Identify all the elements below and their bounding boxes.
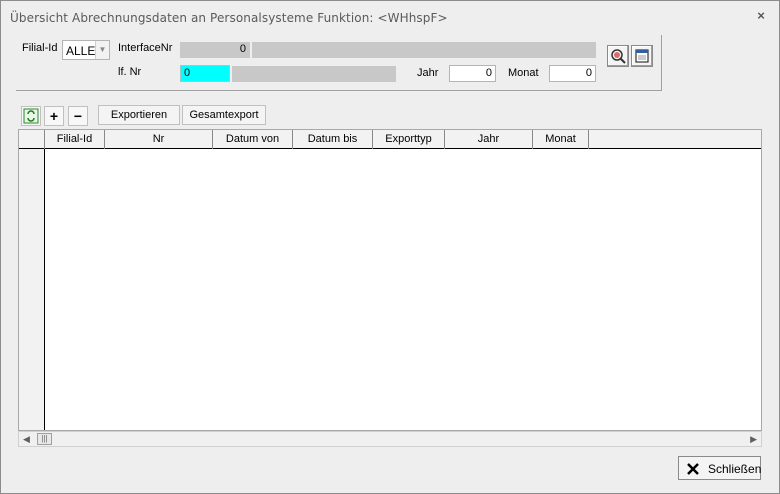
- column-header-filial-id[interactable]: Filial-Id: [45, 130, 105, 149]
- gesamtexport-button[interactable]: Gesamtexport: [182, 105, 266, 125]
- lfnr-label: lf. Nr: [118, 66, 142, 78]
- filial-id-value: ALLE: [66, 44, 96, 58]
- scroll-thumb[interactable]: |||: [37, 433, 52, 445]
- lfnr-description-field: [232, 66, 396, 82]
- monat-label: Monat: [508, 67, 539, 79]
- data-grid[interactable]: Filial-Id Nr Datum von Datum bis Exportt…: [18, 129, 762, 431]
- monat-input[interactable]: 0: [549, 65, 596, 82]
- chevron-down-icon[interactable]: ▼: [95, 41, 109, 59]
- refresh-icon: [23, 108, 39, 124]
- close-button[interactable]: Schließen: [678, 456, 761, 480]
- close-x-icon: [687, 463, 699, 475]
- column-header-exporttyp[interactable]: Exporttyp: [373, 130, 445, 149]
- column-header-datum-von[interactable]: Datum von: [213, 130, 293, 149]
- close-button-label: Schließen: [708, 462, 762, 476]
- column-header-datum-bis[interactable]: Datum bis: [293, 130, 373, 149]
- lfnr-value: 0: [184, 67, 191, 79]
- scroll-right-icon[interactable]: ▶: [750, 434, 757, 445]
- interfacenr-field: 0: [180, 42, 250, 58]
- interfacenr-value: 0: [239, 43, 246, 55]
- window-title: Übersicht Abrechnungsdaten an Personalsy…: [10, 11, 448, 25]
- remove-row-button[interactable]: −: [68, 106, 88, 126]
- lfnr-input[interactable]: 0: [180, 65, 230, 82]
- add-row-button[interactable]: +: [44, 106, 64, 126]
- scroll-left-icon[interactable]: ◀: [23, 434, 30, 445]
- filial-id-label: Filial-Id: [22, 42, 58, 54]
- jahr-value: 0: [485, 67, 492, 79]
- interfacenr-label: InterfaceNr: [118, 42, 173, 54]
- filial-id-combo[interactable]: ALLE ▼: [62, 40, 110, 60]
- dialog-window: Übersicht Abrechnungsdaten an Personalsy…: [0, 0, 780, 494]
- close-icon[interactable]: ×: [754, 9, 768, 23]
- horizontal-scrollbar[interactable]: ◀ ||| ▶: [18, 431, 762, 447]
- grid-corner: [19, 130, 45, 149]
- column-header-jahr[interactable]: Jahr: [445, 130, 533, 149]
- refresh-button[interactable]: [21, 106, 41, 126]
- export-button[interactable]: Exportieren: [98, 105, 180, 125]
- grid-header: Filial-Id Nr Datum von Datum bis Exportt…: [19, 130, 761, 149]
- window-icon[interactable]: [631, 45, 653, 67]
- column-header-nr[interactable]: Nr: [105, 130, 213, 149]
- row-header-column: [19, 149, 45, 430]
- monat-value: 0: [585, 67, 592, 79]
- jahr-label: Jahr: [417, 67, 439, 79]
- interfacenr-description-field: [252, 42, 596, 58]
- title-bar[interactable]: Übersicht Abrechnungsdaten an Personalsy…: [1, 1, 779, 31]
- search-icon[interactable]: [607, 45, 629, 67]
- column-header-monat[interactable]: Monat: [533, 130, 589, 149]
- jahr-input[interactable]: 0: [449, 65, 496, 82]
